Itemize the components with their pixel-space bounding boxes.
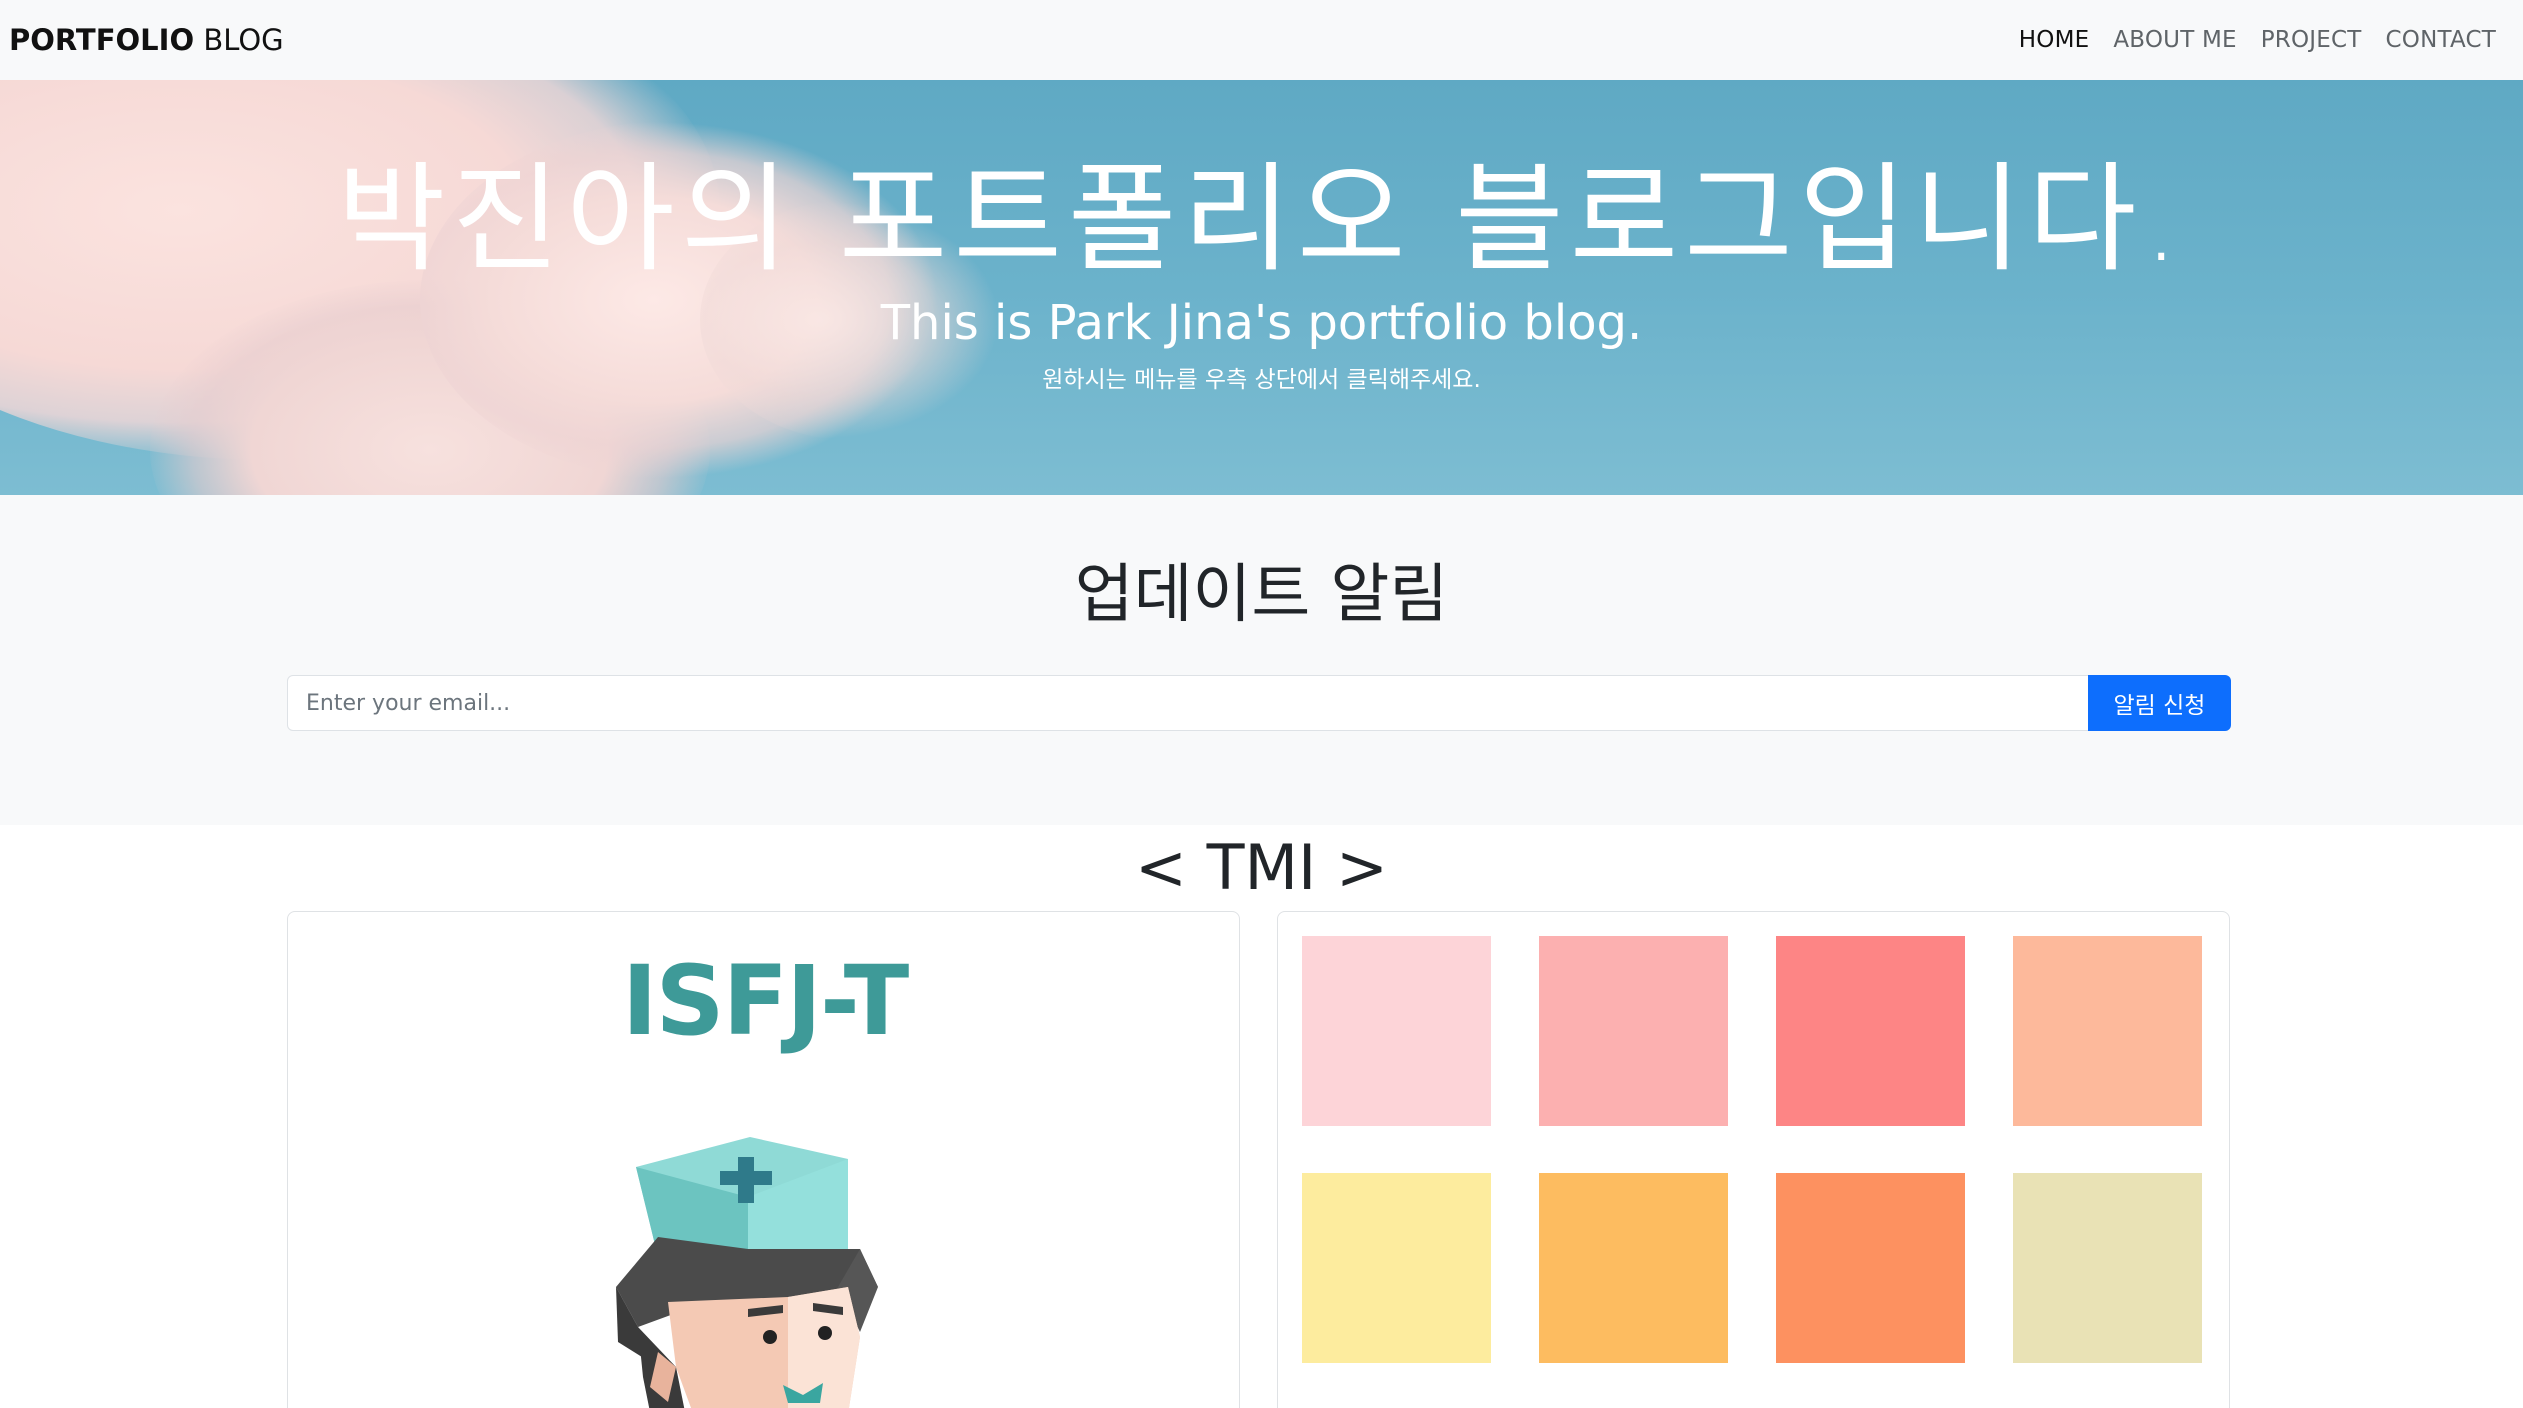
tmi-title: < TMI > bbox=[1135, 831, 1388, 904]
hero-title: 박진아의 포트폴리오 블로그입니다. bbox=[337, 150, 2186, 288]
subscribe-button[interactable]: 알림 신청 bbox=[2088, 675, 2231, 731]
color-swatch bbox=[1776, 936, 1965, 1126]
subscribe-title: 업데이트 알림 bbox=[1074, 558, 1449, 632]
hero-subtitle: This is Park Jina's portfolio blog. bbox=[880, 295, 1643, 351]
color-swatch bbox=[2013, 936, 2202, 1126]
email-input[interactable] bbox=[287, 675, 2089, 731]
main-nav: HOME ABOUT ME PROJECT CONTACT bbox=[2019, 22, 2496, 58]
color-swatch bbox=[1776, 1173, 1965, 1363]
nav-link-about-me[interactable]: ABOUT ME bbox=[2113, 22, 2236, 58]
brand-bold: PORTFOLIO bbox=[9, 23, 195, 57]
color-swatch bbox=[1302, 1173, 1491, 1363]
nav-link-project[interactable]: PROJECT bbox=[2261, 22, 2362, 58]
nav-link-home[interactable]: HOME bbox=[2019, 22, 2090, 58]
color-swatch bbox=[1539, 1173, 1728, 1363]
navbar: PORTFOLIO BLOG HOME ABOUT ME PROJECT CON… bbox=[0, 0, 2523, 80]
nav-link-contact[interactable]: CONTACT bbox=[2386, 22, 2496, 58]
color-swatch bbox=[1302, 936, 1491, 1126]
brand-logo[interactable]: PORTFOLIO BLOG bbox=[9, 20, 284, 60]
mbti-card: ISFJ-T bbox=[287, 911, 1240, 1408]
hero-banner: 박진아의 포트폴리오 블로그입니다. This is Park Jina's p… bbox=[0, 80, 2523, 495]
nurse-avatar-icon bbox=[616, 1137, 878, 1408]
hero-hint: 원하시는 메뉴를 우측 상단에서 클릭해주세요. bbox=[1042, 367, 1481, 393]
subscribe-section: 업데이트 알림 알림 신청 bbox=[0, 495, 2523, 825]
mbti-label: ISFJ-T bbox=[621, 945, 909, 1057]
brand-light: BLOG bbox=[203, 23, 284, 57]
color-swatch bbox=[1539, 936, 1728, 1126]
color-palette-card bbox=[1277, 911, 2230, 1408]
color-swatch bbox=[2013, 1173, 2202, 1363]
